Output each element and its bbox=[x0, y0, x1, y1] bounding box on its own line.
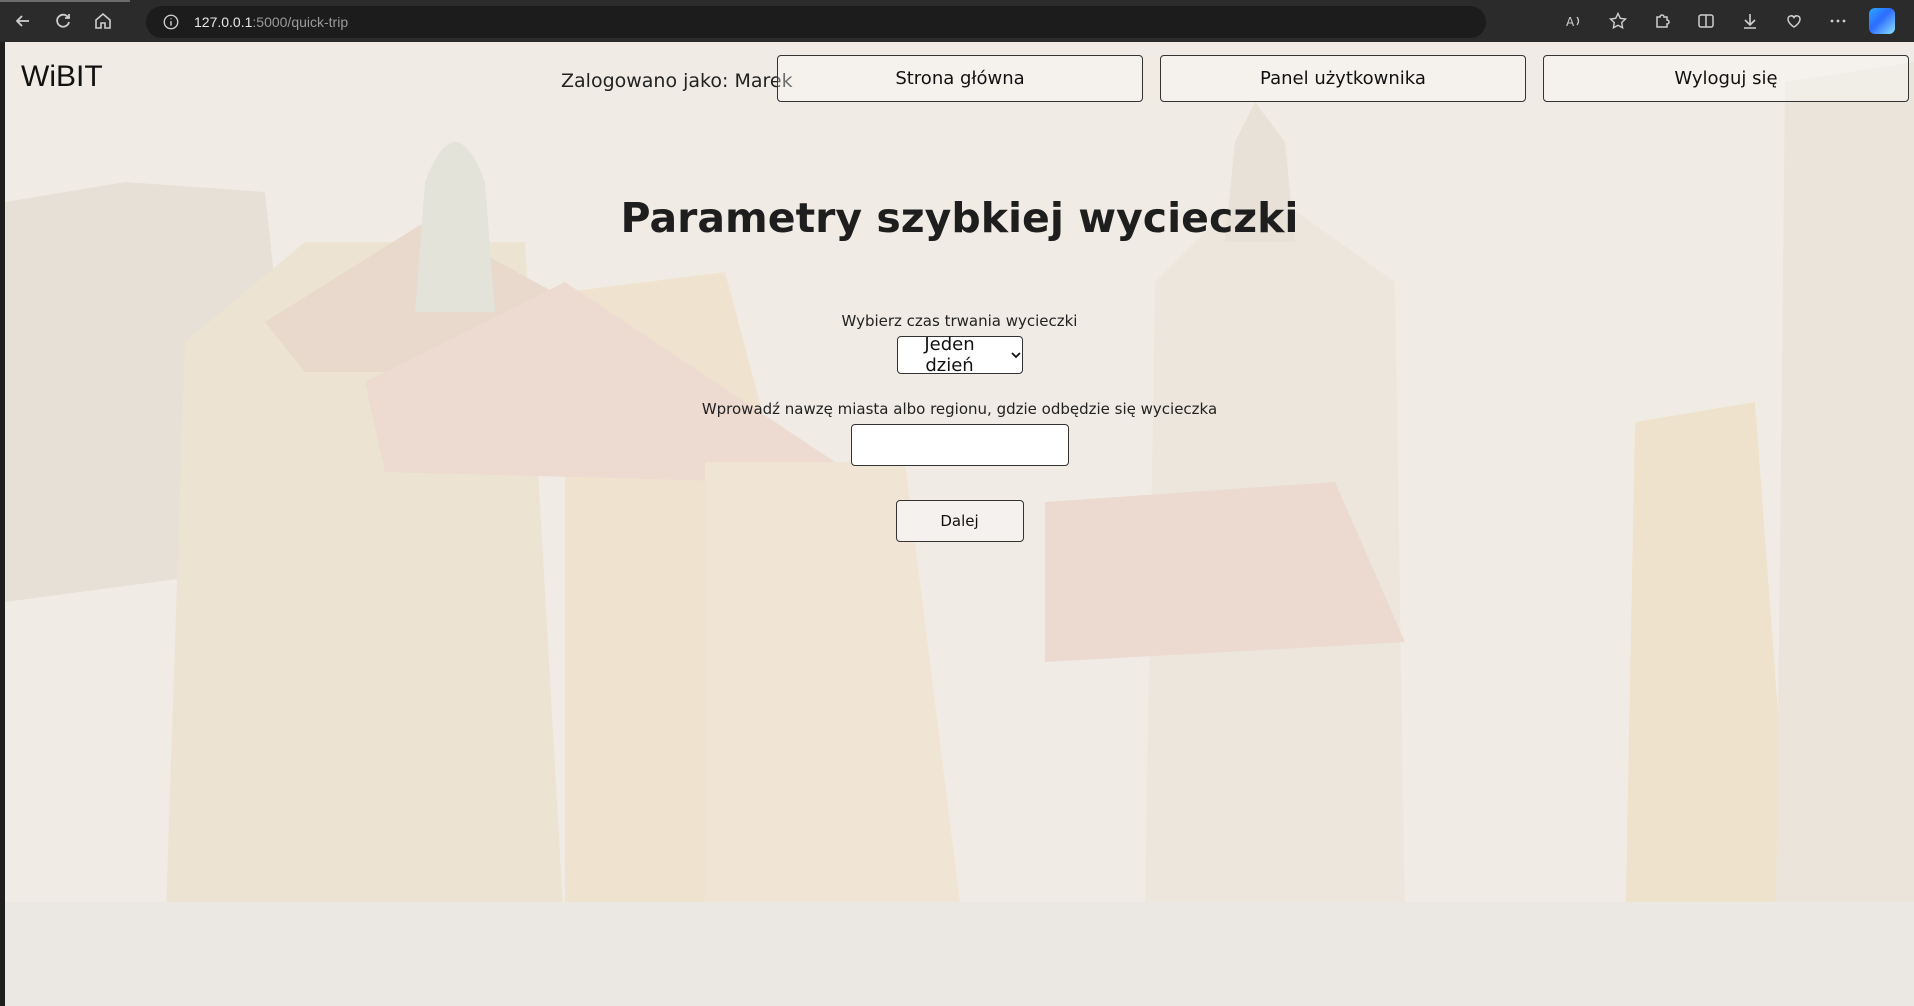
quick-trip-form: Wybierz czas trwania wycieczki Jeden dzi… bbox=[5, 312, 1914, 542]
location-input[interactable] bbox=[850, 424, 1069, 466]
home-icon[interactable] bbox=[86, 4, 120, 38]
reload-icon[interactable] bbox=[46, 4, 80, 38]
favorite-star-icon[interactable] bbox=[1596, 4, 1640, 38]
browser-essentials-icon[interactable] bbox=[1772, 4, 1816, 38]
duration-label: Wybierz czas trwania wycieczki bbox=[841, 312, 1078, 330]
url-host: 127.0.0.1 bbox=[194, 14, 253, 30]
copilot-icon[interactable] bbox=[1860, 4, 1904, 38]
page-title: Parametry szybkiej wycieczki bbox=[620, 194, 1299, 242]
site-logo[interactable]: WiBIT bbox=[21, 60, 103, 94]
more-menu-icon[interactable] bbox=[1816, 4, 1860, 38]
extensions-icon[interactable] bbox=[1640, 4, 1684, 38]
site-info-icon[interactable] bbox=[162, 13, 180, 31]
split-screen-icon[interactable] bbox=[1684, 4, 1728, 38]
downloads-icon[interactable] bbox=[1728, 4, 1772, 38]
chevron-down-icon bbox=[1010, 352, 1021, 359]
location-label: Wprowadź nawzę miasta albo regionu, gdzi… bbox=[701, 400, 1218, 418]
url-path: :5000/quick-trip bbox=[252, 14, 349, 30]
page-viewport: WiBIT Zalogowano jako: Marek Strona głów… bbox=[5, 42, 1914, 1006]
logged-in-user-label: Zalogowano jako: Marek bbox=[561, 70, 793, 92]
browser-toolbar: 127.0.0.1:5000/quick-trip A bbox=[0, 0, 1914, 42]
svg-text:A: A bbox=[1566, 15, 1575, 29]
duration-select[interactable]: Jeden dzień bbox=[896, 334, 1023, 376]
active-tab-indicator bbox=[0, 0, 130, 2]
url-text: 127.0.0.1:5000/quick-trip bbox=[194, 14, 348, 30]
read-aloud-icon[interactable]: A bbox=[1552, 4, 1596, 38]
next-button[interactable]: Dalej bbox=[895, 500, 1024, 542]
user-panel-button[interactable]: Panel użytkownika bbox=[1160, 55, 1526, 102]
address-bar[interactable]: 127.0.0.1:5000/quick-trip bbox=[146, 6, 1486, 38]
back-icon[interactable] bbox=[6, 4, 40, 38]
site-header: WiBIT Zalogowano jako: Marek Strona głów… bbox=[5, 42, 1914, 142]
home-button[interactable]: Strona główna bbox=[777, 55, 1143, 102]
logout-button[interactable]: Wyloguj się bbox=[1543, 55, 1909, 102]
duration-selected-value: Jeden dzień bbox=[924, 334, 975, 376]
